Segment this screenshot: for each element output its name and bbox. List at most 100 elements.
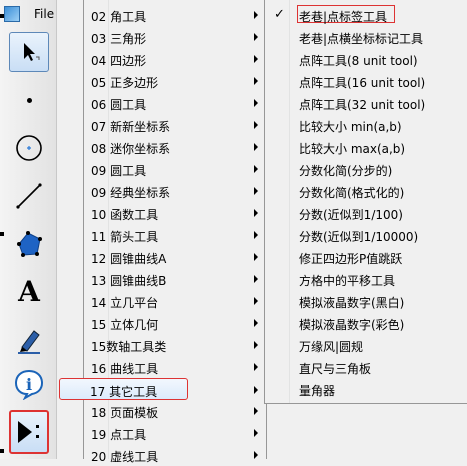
toolbox: File A i: [0, 0, 57, 459]
menu-item[interactable]: 方格中的平移工具: [267, 268, 465, 290]
menu-item[interactable]: ✓ 老巷|点标签工具: [267, 4, 465, 26]
compass-tool[interactable]: [9, 128, 49, 168]
menu-item-label: 点阵工具(32 unit tool): [299, 98, 426, 112]
menu-item[interactable]: 09 经典坐标系: [86, 180, 264, 202]
menu-item-label: 老巷|点横坐标标记工具: [299, 32, 424, 46]
menu-item[interactable]: 03 三角形: [86, 26, 264, 48]
submenu-arrow-icon: [254, 209, 258, 217]
menu-item-label: 分数(近似到1/100): [299, 208, 403, 222]
menu-item-label: 老巷|点标签工具: [299, 10, 388, 24]
menu-item[interactable]: 分数(近似到1/10000): [267, 224, 465, 246]
selection-handle: [0, 232, 4, 236]
menu-item-label: 分数化简(格式化的): [299, 186, 405, 200]
submenu-arrow-icon: [254, 77, 258, 85]
menu-item[interactable]: 万缘风|圆规: [267, 334, 465, 356]
menu-item[interactable]: 17 其它工具: [59, 378, 258, 400]
custom-tool[interactable]: [9, 410, 49, 454]
polygon-tool[interactable]: [9, 224, 49, 264]
menu-item-label: 08 迷你坐标系: [91, 142, 171, 156]
submenu-arrow-icon: [254, 429, 258, 437]
menu-item[interactable]: 点阵工具(32 unit tool): [267, 92, 465, 114]
menu-item[interactable]: 分数(近似到1/100): [267, 202, 465, 224]
menu-item-label: 15 立体几何: [91, 318, 159, 332]
info-tool[interactable]: i: [9, 364, 49, 404]
custom-tool-icon: [18, 421, 39, 443]
submenu-arrow-icon: [254, 187, 258, 195]
submenu-arrow-icon: [254, 33, 258, 41]
menu-item-label: 05 正多边形: [91, 76, 159, 90]
menu-item[interactable]: 04 四边形: [86, 48, 264, 70]
text-a-icon: A: [18, 275, 40, 308]
submenu-arrow-icon: [254, 99, 258, 107]
line-icon: [16, 183, 42, 209]
submenu-arrow-icon: [254, 275, 258, 283]
marker-icon: [18, 330, 40, 354]
menu-item-label: 04 四边形: [91, 54, 147, 68]
other-tools-submenu: ✓ 老巷|点标签工具老巷|点横坐标标记工具 点阵工具(8 unit tool) 点阵工…: [264, 0, 467, 404]
marker-tool[interactable]: [9, 320, 49, 360]
submenu-arrow-icon: [254, 253, 258, 261]
menu-item[interactable]: 10 函数工具: [86, 202, 264, 224]
menu-item-label: 07 新新坐标系: [91, 120, 171, 134]
menu-item[interactable]: 15 立体几何: [86, 312, 264, 334]
submenu-arrow-icon: [254, 407, 258, 415]
menu-item[interactable]: 比较大小 min(a,b): [267, 114, 465, 136]
submenu-arrow-icon: [254, 451, 258, 459]
menu-item[interactable]: 08 迷你坐标系: [86, 136, 264, 158]
menu-item[interactable]: 15数轴工具类: [86, 334, 264, 356]
submenu-arrow-icon: [254, 121, 258, 129]
menu-item-label: 点阵工具(8 unit tool): [299, 54, 418, 68]
menu-item-label: 12 圆锥曲线A: [91, 252, 167, 266]
file-menu-label[interactable]: File: [34, 7, 54, 21]
menu-item-label: 10 函数工具: [91, 208, 159, 222]
menu-item[interactable]: 分数化简(分步的): [267, 158, 465, 180]
menu-item[interactable]: 点阵工具(8 unit tool): [267, 48, 465, 70]
selection-handle: [0, 14, 4, 18]
menu-item[interactable]: 14 立几平台: [86, 290, 264, 312]
menu-item[interactable]: 老巷|点横坐标标记工具: [267, 26, 465, 48]
menu-item[interactable]: 模拟液晶数字(彩色): [267, 312, 465, 334]
menu-item-label: 16 曲线工具: [91, 362, 159, 376]
menu-item-label: 分数化简(分步的): [299, 164, 393, 178]
menu-item[interactable]: 05 正多边形: [86, 70, 264, 92]
menu-item[interactable]: 16 曲线工具: [86, 356, 264, 378]
menu-item-label: 量角器: [299, 384, 336, 398]
menu-item[interactable]: 11 箭头工具: [86, 224, 264, 246]
menu-item[interactable]: 20 虚线工具: [86, 444, 264, 466]
menu-item-label: 14 立几平台: [91, 296, 159, 310]
submenu-arrow-icon: [254, 55, 258, 63]
menu-item[interactable]: 09 圆工具: [86, 158, 264, 180]
submenu-arrow-icon: [254, 297, 258, 305]
menu-item-label: 09 经典坐标系: [91, 186, 171, 200]
menu-item-label: 万缘风|圆规: [299, 340, 364, 354]
menu-item[interactable]: 比较大小 max(a,b): [267, 136, 465, 158]
menu-item-label: 19 点工具: [91, 428, 147, 442]
menu-item[interactable]: 06 圆工具: [86, 92, 264, 114]
text-tool[interactable]: A: [9, 272, 49, 312]
arrow-select-tool[interactable]: [9, 32, 49, 72]
menu-item[interactable]: 19 点工具: [86, 422, 264, 444]
menu-item-label: 09 圆工具: [91, 164, 147, 178]
menu-item[interactable]: 12 圆锥曲线A: [86, 246, 264, 268]
submenu-arrow-icon: [254, 319, 258, 327]
menu-item-label: 模拟液晶数字(黑白): [299, 296, 405, 310]
menu-item[interactable]: 修正四边形P值跳跃: [267, 246, 465, 268]
menu-item[interactable]: 分数化简(格式化的): [267, 180, 465, 202]
menu-item[interactable]: 量角器: [267, 378, 465, 400]
selection-handle: [0, 449, 4, 453]
checkmark-icon: ✓: [274, 7, 285, 22]
segment-tool[interactable]: [9, 176, 49, 216]
menu-item[interactable]: 07 新新坐标系: [86, 114, 264, 136]
submenu-arrow-icon: [254, 231, 258, 239]
menu-item-label: 15数轴工具类: [91, 340, 167, 354]
polygon-icon: [17, 231, 42, 257]
menu-item[interactable]: 直尺与三角板: [267, 356, 465, 378]
submenu-arrow-icon: [254, 341, 258, 349]
menu-item-label: 02 角工具: [91, 10, 147, 24]
menu-item[interactable]: 02 角工具: [86, 4, 264, 26]
menu-item[interactable]: 模拟液晶数字(黑白): [267, 290, 465, 312]
menu-item[interactable]: 13 圆锥曲线B: [86, 268, 264, 290]
menu-item[interactable]: 点阵工具(16 unit tool): [267, 70, 465, 92]
point-tool[interactable]: [9, 80, 49, 120]
menu-item[interactable]: 18 页面模板: [86, 400, 264, 422]
